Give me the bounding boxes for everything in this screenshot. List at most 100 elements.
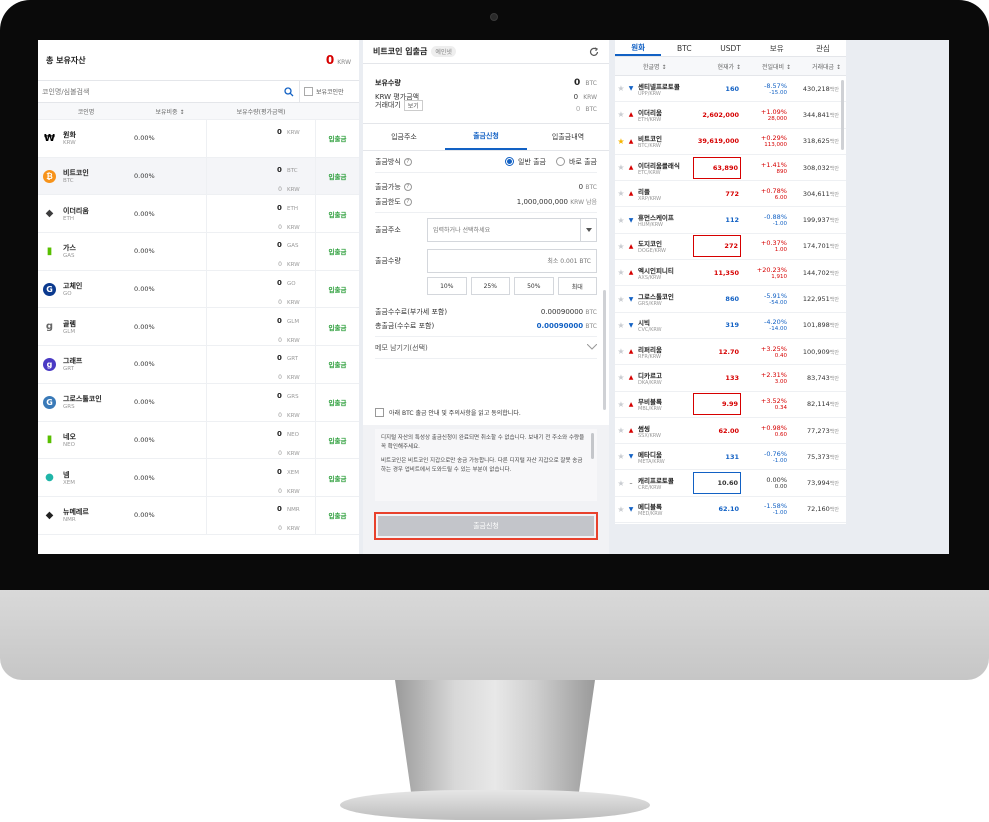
market-row[interactable]: ★ ▲ 엑시인피니티 AXS/KRW 11,350 +20.23% 1,910 … xyxy=(615,260,846,287)
asset-row[interactable]: ₩ 원화 KRW 0.00% 0 KRW 입출금 xyxy=(38,120,359,158)
favorite-star-icon[interactable]: ★ xyxy=(615,400,627,409)
tab-deposit-address[interactable]: 입금주소 xyxy=(363,124,445,150)
asset-row[interactable]: ◆ 뉴메레르 NMR 0.00% 0 NMR 0 KRW 입출금 xyxy=(38,496,359,535)
favorite-star-icon[interactable]: ★ xyxy=(615,189,627,198)
deposit-withdraw-link[interactable]: 입출금 xyxy=(316,246,359,256)
chevron-down-icon[interactable] xyxy=(580,219,596,241)
col-header-ratio[interactable]: 보유비중 ↕ xyxy=(134,107,206,116)
asset-row[interactable]: g 그래프 GRT 0.00% 0 GRT 0 KRW 입출금 xyxy=(38,346,359,384)
owned-only-checkbox[interactable] xyxy=(304,87,313,96)
favorite-star-icon[interactable]: ★ xyxy=(615,268,627,277)
asset-row[interactable]: ▮ 네오 NEO 0.00% 0 NEO 0 KRW 입출금 xyxy=(38,421,359,460)
favorite-star-icon[interactable]: ★ xyxy=(615,242,627,251)
market-tab-krw[interactable]: 원화 xyxy=(615,40,662,56)
address-input[interactable] xyxy=(428,220,580,240)
withdraw-submit-button[interactable]: 출금신청 xyxy=(378,516,594,536)
market-row[interactable]: ★ ▲ 디카르고 DKA/KRW 133 +2.31% 3.00 83,743백… xyxy=(615,365,846,392)
favorite-star-icon[interactable]: ★ xyxy=(615,137,627,146)
deposit-withdraw-link[interactable]: 입출금 xyxy=(316,133,359,143)
asset-row[interactable]: G 그로스톨코인 GRS 0.00% 0 GRS 0 KRW 입출금 xyxy=(38,383,359,422)
pct-50-button[interactable]: 50% xyxy=(514,277,554,295)
market-change-pct: +1.41% xyxy=(760,160,787,169)
col-header-name[interactable]: 한글명 ↕ xyxy=(615,62,693,71)
col-header-coin[interactable]: 코인명 xyxy=(38,107,134,116)
favorite-star-icon[interactable]: ★ xyxy=(615,295,627,304)
col-header-volume[interactable]: 거래대금 ↕ xyxy=(791,62,841,71)
favorite-star-icon[interactable]: ★ xyxy=(615,110,627,119)
market-row[interactable]: ★ ▼ 메디블록 MED/KRW 62.10 -1.58% -1.00 72,1… xyxy=(615,497,846,524)
market-tab-holdings[interactable]: 보유 xyxy=(754,40,800,56)
help-icon[interactable]: ? xyxy=(403,157,412,166)
favorite-star-icon[interactable]: ★ xyxy=(615,163,627,172)
favorite-star-icon[interactable]: ★ xyxy=(615,505,627,514)
favorite-star-icon[interactable]: ★ xyxy=(615,426,627,435)
deposit-withdraw-link[interactable]: 입출금 xyxy=(316,510,359,520)
method-normal-option[interactable]: 일반 출금 xyxy=(505,157,546,167)
asset-row[interactable]: ▮ 가스 GAS 0.00% 0 GAS 0 KRW 입출금 xyxy=(38,233,359,271)
notice-scrollbar[interactable] xyxy=(591,433,594,459)
pct-25-button[interactable]: 25% xyxy=(470,277,510,295)
market-row[interactable]: ★ ▲ 무비블록 MBL/KRW 9.99 +3.52% 0.34 82,114… xyxy=(615,392,846,418)
market-row[interactable]: ★ ▼ 센티넬프로토콜 UPP/KRW 160 -8.57% -15.00 43… xyxy=(615,76,846,103)
deposit-withdraw-link[interactable]: 입출금 xyxy=(316,435,359,445)
market-tab-btc[interactable]: BTC xyxy=(661,40,707,56)
deposit-withdraw-link[interactable]: 입출금 xyxy=(316,322,359,332)
deposit-withdraw-link[interactable]: 입출금 xyxy=(316,359,359,369)
favorite-star-icon[interactable]: ★ xyxy=(615,321,627,330)
favorite-star-icon[interactable]: ★ xyxy=(615,216,627,225)
pct-10-button[interactable]: 10% xyxy=(427,277,467,295)
memo-toggle[interactable]: 메모 남기기(선택) xyxy=(375,337,598,359)
market-row[interactable]: ★ ▲ 이더리움 ETH/KRW 2,602,000 +1.09% 28,000… xyxy=(615,102,846,129)
market-row[interactable]: ★ ▲ 이더리움클래식 ETC/KRW 63,890 +1.41% 890 30… xyxy=(615,155,846,182)
asset-row[interactable]: ◆ 이더리움 ETH 0.00% 0 ETH 0 KRW 입출금 xyxy=(38,195,359,234)
deposit-withdraw-panel: 비트코인 입출금 예인넷 보유수량 0 BTC KRW 평가금액 0 KRW 거… xyxy=(363,40,609,554)
asset-symbol: ETH xyxy=(63,215,74,222)
market-row[interactable]: ★ ▲ 비트코인 BTC/KRW 39,619,000 +0.29% 113,0… xyxy=(615,129,846,155)
favorite-star-icon[interactable]: ★ xyxy=(615,452,627,461)
market-row[interactable]: ★ ▲ 도지코인 DOGE/KRW 272 +0.37% 1.00 174,70… xyxy=(615,234,846,261)
market-row[interactable]: ★ – 캐리프로토콜 CRE/KRW 10.60 0.00% 0.00 73,9… xyxy=(615,470,846,497)
favorite-star-icon[interactable]: ★ xyxy=(615,347,627,356)
help-icon[interactable]: ? xyxy=(403,197,412,206)
col-header-change[interactable]: 전일대비 ↕ xyxy=(741,62,791,71)
trend-marker-icon: ▼ xyxy=(628,216,634,224)
pending-view-button[interactable]: 보기 xyxy=(403,99,423,111)
pct-max-button[interactable]: 최대 xyxy=(557,277,597,295)
qty-input[interactable] xyxy=(427,249,597,273)
refresh-icon[interactable] xyxy=(589,42,599,61)
market-row[interactable]: ★ ▲ 리퍼리움 RFR/KRW 12.70 +3.25% 0.40 100,9… xyxy=(615,339,846,366)
market-scrollbar[interactable] xyxy=(841,80,844,150)
market-tab-favorites[interactable]: 관심 xyxy=(800,40,846,56)
tab-withdraw-request[interactable]: 출금신청 xyxy=(445,124,527,150)
deposit-withdraw-link[interactable]: 입출금 xyxy=(316,171,359,181)
deposit-withdraw-link[interactable]: 입출금 xyxy=(316,397,359,407)
market-tab-usdt[interactable]: USDT xyxy=(707,40,753,56)
market-row[interactable]: ★ ▼ 그로스톨코인 GRS/KRW 860 -5.91% -54.00 122… xyxy=(615,286,846,313)
col-header-price[interactable]: 현재가 ↕ xyxy=(693,62,742,71)
won-sign-icon: ₩ xyxy=(43,132,56,144)
asset-row[interactable]: ₿ 비트코인 BTC 0.00% 0 BTC 0 KRW 입출금 xyxy=(38,157,359,196)
asset-row[interactable]: g 골렘 GLM 0.00% 0 GLM 0 KRW 입출금 xyxy=(38,308,359,347)
favorite-star-icon[interactable]: ★ xyxy=(615,373,627,382)
favorite-star-icon[interactable]: ★ xyxy=(615,84,627,93)
asset-row[interactable]: G 고체인 GO 0.00% 0 GO 0 KRW 입출금 xyxy=(38,270,359,309)
agree-checkbox[interactable] xyxy=(375,407,384,417)
market-row[interactable]: ★ ▼ 휴먼스케이프 HUM/KRW 112 -0.88% -1.00 199,… xyxy=(615,207,846,234)
asset-row[interactable]: ● 넴 XEM 0.00% 0 XEM 0 KRW 입출금 xyxy=(38,459,359,497)
col-header-amount[interactable]: 보유수량(평가금액) xyxy=(206,107,316,116)
market-row[interactable]: ★ ▼ 시빅 CVC/KRW 319 -4.20% -14.00 101,898… xyxy=(615,313,846,339)
help-icon[interactable]: ? xyxy=(403,182,412,191)
mid-scrollbar[interactable] xyxy=(603,290,606,410)
deposit-withdraw-link[interactable]: 입출금 xyxy=(316,284,359,294)
search-icon[interactable] xyxy=(279,86,299,97)
coin-search-input[interactable] xyxy=(38,81,279,102)
market-row[interactable]: ★ ▲ 리플 XRP/KRW 772 +0.78% 6.00 304,611백만 xyxy=(615,181,846,208)
deposit-withdraw-link[interactable]: 입출금 xyxy=(316,209,359,219)
market-row[interactable]: ★ ▼ 메타디움 META/KRW 131 -0.76% -1.00 75,37… xyxy=(615,444,846,471)
favorite-star-icon[interactable]: ★ xyxy=(615,479,627,488)
deposit-withdraw-link[interactable]: 입출금 xyxy=(316,473,359,483)
market-volume: 72,160 xyxy=(807,505,830,514)
tab-history[interactable]: 입출금내역 xyxy=(527,124,609,150)
method-fast-option[interactable]: 바로 출금 xyxy=(556,157,597,167)
market-row[interactable]: ★ ▲ 썸씽 SSX/KRW 62.00 +0.98% 0.60 77,273백… xyxy=(615,418,846,445)
